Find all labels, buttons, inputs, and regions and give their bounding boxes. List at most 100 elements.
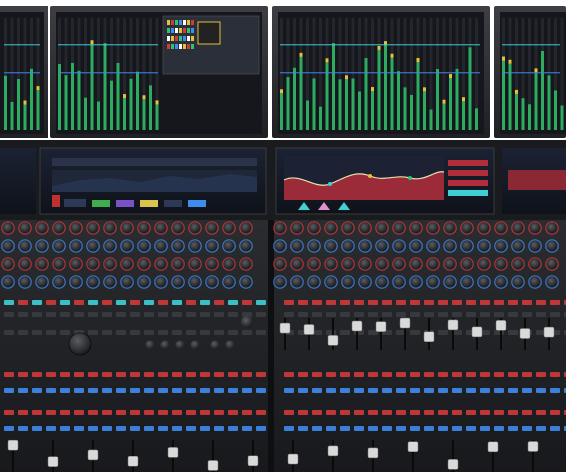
console-button bbox=[550, 300, 560, 305]
console-button bbox=[88, 410, 98, 415]
console-button bbox=[494, 426, 504, 431]
console-button bbox=[200, 410, 210, 415]
rotary-knob bbox=[37, 223, 47, 233]
meter-scale-line bbox=[58, 72, 158, 74]
console-button bbox=[4, 410, 14, 415]
console-button bbox=[18, 300, 28, 305]
console-button bbox=[186, 388, 196, 393]
console-button bbox=[508, 410, 518, 415]
console-button bbox=[228, 330, 238, 335]
console-button bbox=[88, 300, 98, 305]
mixing-console-photo bbox=[0, 0, 566, 472]
console-button bbox=[228, 426, 238, 431]
console-button bbox=[102, 312, 112, 317]
meter-level bbox=[560, 105, 564, 130]
meter-level bbox=[515, 93, 518, 130]
console-button bbox=[466, 372, 476, 377]
console-button bbox=[312, 426, 322, 431]
console-button bbox=[32, 330, 42, 335]
fader-cap bbox=[527, 441, 539, 452]
rotary-knob bbox=[394, 277, 404, 287]
rotary-knob bbox=[462, 259, 472, 269]
console-button bbox=[172, 410, 182, 415]
aux-knob bbox=[145, 340, 155, 350]
meter-scale-line bbox=[4, 72, 40, 74]
rotary-knob bbox=[513, 259, 523, 269]
console-button bbox=[18, 410, 28, 415]
meter-level bbox=[547, 75, 551, 130]
meter-peak bbox=[36, 86, 40, 91]
console-button bbox=[536, 300, 546, 305]
console-button bbox=[116, 426, 126, 431]
console-button bbox=[74, 300, 84, 305]
meter-level bbox=[17, 78, 20, 130]
console-button bbox=[242, 330, 252, 335]
console-button bbox=[144, 300, 154, 305]
rotary-knob bbox=[360, 241, 370, 251]
rotary-knob bbox=[513, 223, 523, 233]
rotary-knob bbox=[394, 259, 404, 269]
console-button bbox=[144, 426, 154, 431]
fader-track bbox=[52, 440, 54, 472]
console-button bbox=[312, 410, 322, 415]
console-button bbox=[424, 372, 434, 377]
console-button bbox=[228, 388, 238, 393]
rotary-knob bbox=[479, 259, 489, 269]
rotary-knob bbox=[20, 223, 30, 233]
console-button bbox=[256, 388, 266, 393]
rotary-knob bbox=[88, 259, 98, 269]
meter-peak bbox=[502, 56, 505, 61]
overview-cell bbox=[191, 20, 194, 25]
meter-level bbox=[358, 91, 361, 130]
meter-level bbox=[528, 104, 531, 130]
meter-peak bbox=[462, 97, 465, 102]
console-button bbox=[368, 410, 378, 415]
console-button bbox=[158, 410, 168, 415]
fader-cap bbox=[47, 456, 59, 467]
console-button bbox=[116, 410, 126, 415]
console-button bbox=[466, 410, 476, 415]
console-button bbox=[256, 426, 266, 431]
meter-level bbox=[10, 101, 14, 130]
console-button bbox=[32, 410, 42, 415]
meter-level bbox=[319, 106, 322, 130]
console-button bbox=[46, 312, 56, 317]
console-button bbox=[298, 388, 308, 393]
rotary-knob bbox=[88, 223, 98, 233]
rotary-knob bbox=[394, 241, 404, 251]
console-button bbox=[480, 300, 490, 305]
rotary-knob bbox=[207, 277, 217, 287]
rotary-knob bbox=[3, 259, 13, 269]
rotary-knob bbox=[479, 277, 489, 287]
rotary-knob bbox=[496, 223, 506, 233]
overview-cell bbox=[183, 44, 186, 49]
rotary-knob bbox=[105, 223, 115, 233]
aux-knob bbox=[160, 340, 170, 350]
rotary-knob bbox=[241, 259, 251, 269]
console-button bbox=[172, 372, 182, 377]
console-button bbox=[452, 312, 462, 317]
console-button bbox=[326, 372, 336, 377]
rotary-knob bbox=[88, 277, 98, 287]
rotary-knob bbox=[445, 277, 455, 287]
console-button bbox=[228, 372, 238, 377]
console-button bbox=[32, 426, 42, 431]
console-button bbox=[144, 312, 154, 317]
meter-peak bbox=[23, 100, 27, 105]
console-button bbox=[284, 312, 294, 317]
rotary-knob bbox=[343, 223, 353, 233]
console-button bbox=[200, 388, 210, 393]
console-button bbox=[298, 300, 308, 305]
console-button bbox=[172, 312, 182, 317]
console-button bbox=[298, 312, 308, 317]
meter-level bbox=[468, 47, 472, 130]
meter-level bbox=[293, 67, 296, 130]
console-button bbox=[4, 426, 14, 431]
meter-level bbox=[110, 80, 113, 130]
console-button bbox=[340, 372, 350, 377]
meter-level bbox=[351, 78, 355, 130]
console-button bbox=[4, 388, 14, 393]
fader-track bbox=[132, 440, 134, 472]
rotary-knob bbox=[122, 223, 132, 233]
console-button bbox=[522, 410, 532, 415]
